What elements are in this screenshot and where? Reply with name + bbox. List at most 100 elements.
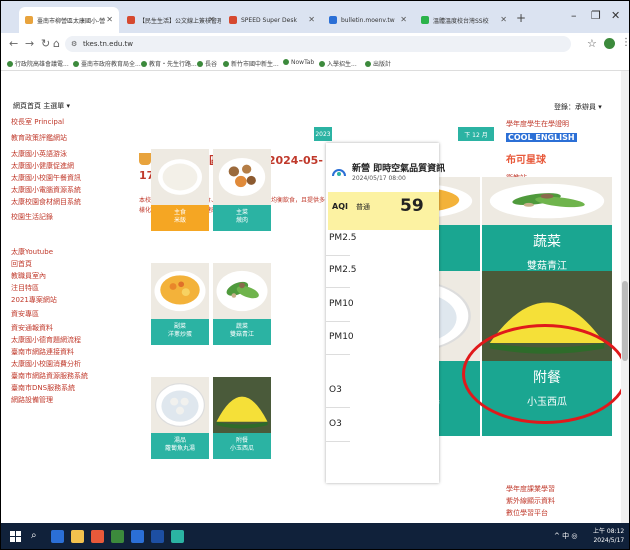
aqi-label: AQI <box>332 202 348 211</box>
dish-name: 小玉西瓜 <box>527 397 567 408</box>
top-navigation[interactable]: 網頁首頁 主選單 ▾ <box>13 101 70 111</box>
url-input[interactable]: ⚙ tkes.tn.edu.tw <box>65 36 571 52</box>
sidebar-link[interactable]: 2021專案網站 <box>11 295 57 305</box>
close-tab-icon[interactable]: ✕ <box>106 15 113 24</box>
chrome-icon[interactable] <box>111 530 124 543</box>
bookmark-star-icon[interactable]: ☆ <box>587 37 597 50</box>
menu-item-thumbnail[interactable]: 湯品 蘿蔔魚丸湯 <box>151 377 209 459</box>
system-tray[interactable]: ^ 中 ◎ <box>554 531 577 541</box>
weather-logo-icon <box>332 169 346 177</box>
close-window-button[interactable]: ✕ <box>611 9 620 22</box>
menu-item-label: 附餐 小玉西瓜 <box>213 433 271 459</box>
sidebar-link[interactable]: 太康校園食材網目系統 <box>11 197 81 207</box>
menu-item-thumbnail[interactable]: 主食 米飯 <box>151 149 209 231</box>
bookmark-item[interactable]: 入學招生... <box>319 59 357 68</box>
sidebar-link[interactable]: 太康Youtube <box>11 247 53 257</box>
bookmark-item[interactable]: 教育・先生行路... <box>141 59 197 68</box>
resource-link[interactable]: 學年度課業學習 <box>506 484 555 494</box>
sidebar-link[interactable]: 校長室 Principal <box>11 117 64 127</box>
sidebar-link[interactable]: 太康國小健康促進網 <box>11 161 74 171</box>
divider <box>326 354 350 355</box>
sidebar-link[interactable]: 注目特區 <box>11 283 39 293</box>
app-icon[interactable] <box>131 530 144 543</box>
app-icon[interactable] <box>171 530 184 543</box>
sidebar-link[interactable]: 教職員室內 <box>11 271 46 281</box>
browser-tab[interactable]: SPEED Super Desk ✕ <box>223 7 321 33</box>
minimize-button[interactable]: – <box>571 9 577 22</box>
reload-icon[interactable]: ↻ <box>41 37 50 50</box>
sidebar-link[interactable]: 臺南市網路資源服務系統 <box>11 371 88 381</box>
browser-tab-bar: 臺南市柳營區太康國小-營 ✕ 【民生生活】公文線上簽核管理系 ✕ SPEED Sup… <box>1 1 629 33</box>
menu-item-thumbnail[interactable]: 附餐 小玉西瓜 <box>213 377 271 459</box>
sidebar-link[interactable]: 太康國小電腦資源系統 <box>11 185 81 195</box>
bookmark-icon <box>319 61 325 67</box>
bookmark-item[interactable]: 行政院高雄會議電... <box>7 59 69 68</box>
site-info-icon[interactable]: ⚙ <box>71 36 77 52</box>
sidebar-link[interactable]: 資安通報資料 <box>11 323 53 333</box>
new-tab-button[interactable]: + <box>516 11 526 25</box>
dish-category: 副菜 <box>173 323 186 330</box>
windows-taskbar: ⌕ ^ 中 ◎ 上午 08:12 2024/5/17 <box>1 523 629 549</box>
resource-link[interactable]: 學年度學生在學證明 <box>506 119 569 129</box>
bookmark-item[interactable]: 新竹市國中新生... <box>223 59 279 68</box>
sidebar-link[interactable]: 太康國小校園午餐資訊 <box>11 173 81 183</box>
edge-icon[interactable] <box>51 530 64 543</box>
home-icon[interactable]: ⌂ <box>53 37 60 50</box>
food-photo <box>151 263 209 319</box>
close-tab-icon[interactable]: ✕ <box>400 15 407 24</box>
forward-arrow-icon[interactable]: → <box>25 37 34 50</box>
firefox-icon[interactable] <box>91 530 104 543</box>
search-icon[interactable]: ⌕ <box>31 530 44 543</box>
menu-item-label: 主菜 燉肉 <box>213 205 271 231</box>
prev-month-button[interactable]: 2023 <box>314 127 332 141</box>
sidebar-link[interactable]: 太康國小德育題網流程 <box>11 335 81 345</box>
dish-name: 雙菇青江 <box>527 261 567 272</box>
resource-link[interactable]: 布可星球 <box>506 151 546 166</box>
menu-item-thumbnail[interactable]: 副菜 洋蔥炒蛋 <box>151 263 209 345</box>
bookmark-item[interactable]: NowTab <box>283 59 314 66</box>
sidebar-link[interactable]: 教育政策評鑑網站 <box>11 133 67 143</box>
resource-link[interactable]: 紫外線顯示資料 <box>506 496 555 506</box>
close-tab-icon[interactable]: ✕ <box>500 15 507 24</box>
sidebar-link[interactable]: 太康國小英語游泳 <box>11 149 67 159</box>
menu-item-thumbnail[interactable]: 主菜 燉肉 <box>213 149 271 231</box>
next-month-button[interactable]: 下 12 月 <box>458 127 494 141</box>
aqi-status: 普通 <box>356 203 370 211</box>
resource-link[interactable]: COOL ENGLISH <box>506 133 577 142</box>
page-scrollbar[interactable] <box>621 71 629 523</box>
close-tab-icon[interactable]: ✕ <box>308 15 315 24</box>
bookmark-item[interactable]: 出版計 <box>365 59 391 68</box>
sidebar-link[interactable]: 太康國小校園消費分析 <box>11 359 81 369</box>
close-tab-icon[interactable]: ✕ <box>208 15 215 24</box>
bookmark-item[interactable]: 長谷 <box>197 59 217 68</box>
sidebar-link[interactable]: 臺南市網路連接資料 <box>11 347 74 357</box>
scrollbar-thumb[interactable] <box>622 281 628 361</box>
sidebar-link[interactable]: 資安專區 <box>11 309 39 319</box>
sidebar-link[interactable]: 網路設備管理 <box>11 395 53 405</box>
sidebar-link[interactable]: 回首頁 <box>11 259 32 269</box>
menu-item-thumbnail[interactable]: 蔬菜 雙菇青江 <box>213 263 271 345</box>
browser-tab[interactable]: 溫體溫度校台灣SS校 ✕ <box>415 7 513 33</box>
browser-tab[interactable]: 【民生生活】公文線上簽核管理系 ✕ <box>121 7 221 33</box>
sidebar-link[interactable]: 校園生活記錄 <box>11 212 53 222</box>
browser-tab[interactable]: bulletin.moenv.tw ✕ <box>323 7 413 33</box>
taskbar-clock[interactable]: 上午 08:12 2024/5/17 <box>593 527 624 545</box>
back-arrow-icon[interactable]: ← <box>9 37 18 50</box>
web-page: 網頁首頁 主選單 ▾ 登錄：承辦員 ▾ 校長室 Principal 教育政策評鑑網… <box>1 71 629 523</box>
word-icon[interactable] <box>151 530 164 543</box>
menu-item-label: 蔬菜 雙菇青江 <box>213 319 271 345</box>
browser-tab[interactable]: 臺南市柳營區太康國小-營 ✕ <box>19 7 119 33</box>
sidebar-link[interactable]: 臺南市DNS服務系統 <box>11 383 75 393</box>
resource-link[interactable]: 數位學習平台 <box>506 508 548 518</box>
divider <box>326 287 350 288</box>
menu-item-label: 湯品蘿蔔魚丸湯 <box>151 433 209 459</box>
screenshot-frame: 臺南市柳營區太康國小-營 ✕ 【民生生活】公文線上簽核管理系 ✕ SPEED Sup… <box>0 0 630 550</box>
file-explorer-icon[interactable] <box>71 530 84 543</box>
profile-avatar[interactable] <box>604 38 615 49</box>
more-menu-icon[interactable]: ⋮ <box>621 37 629 48</box>
restore-button[interactable]: ❐ <box>591 9 601 22</box>
login-menu[interactable]: 登錄：承辦員 ▾ <box>554 102 602 112</box>
windows-start-icon[interactable] <box>9 530 22 543</box>
bookmark-item[interactable]: 臺南市政府教育局全... <box>73 59 141 68</box>
tab-favicon-icon <box>127 16 135 24</box>
